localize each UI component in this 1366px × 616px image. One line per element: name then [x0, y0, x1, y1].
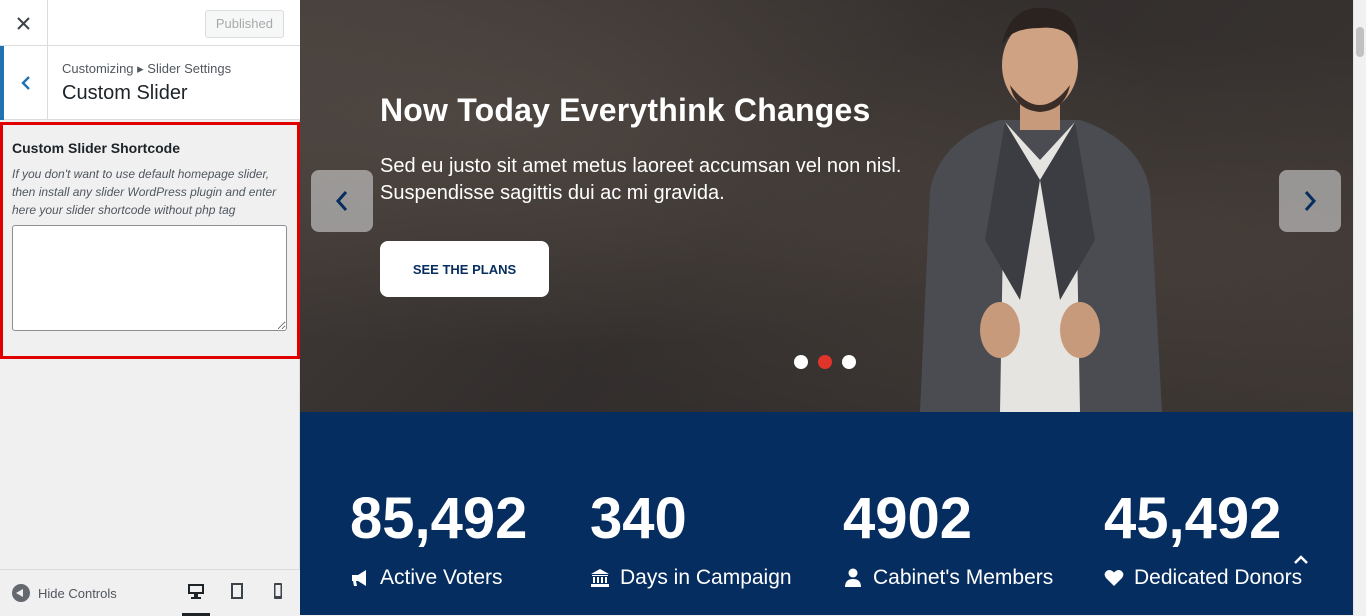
hide-controls-label: Hide Controls	[38, 585, 117, 601]
stat-label: Active Voters	[350, 566, 527, 590]
desktop-icon	[188, 584, 204, 599]
chevron-left-icon	[335, 191, 348, 211]
mobile-icon	[274, 583, 282, 599]
chevron-left-icon	[20, 76, 30, 90]
site-preview: Now Today Everythink Changes Sed eu just…	[300, 0, 1353, 615]
stat-label: Dedicated Donors	[1104, 566, 1302, 590]
slider-dot-2[interactable]	[818, 355, 832, 369]
section-title: Custom Slider	[62, 82, 188, 104]
see-the-plans-button[interactable]: SEE THE PLANS	[380, 241, 549, 297]
chevron-right-icon	[1304, 191, 1317, 211]
stat-label-text: Days in Campaign	[620, 566, 792, 589]
customizer-panel: Published Customizing ▸ Slider Settings …	[0, 0, 300, 616]
control-description: If you don't want to use default homepag…	[12, 167, 277, 217]
stat-label-text: Active Voters	[380, 566, 503, 589]
preview-tablet-button[interactable]	[223, 582, 251, 616]
tablet-icon	[231, 583, 243, 599]
customizer-header: Published	[0, 0, 300, 46]
stats-section: 85,492 Active Voters 340 Days in Campaig…	[300, 412, 1353, 615]
slider-prev-button[interactable]	[311, 170, 373, 232]
slider-dot-3[interactable]	[842, 355, 856, 369]
slider-pagination	[794, 355, 856, 369]
preview-desktop-button[interactable]	[182, 582, 210, 616]
shortcode-textarea[interactable]	[12, 225, 287, 331]
chevron-up-icon	[1294, 555, 1308, 564]
stat-label: Days in Campaign	[590, 566, 792, 590]
slider-dot-1[interactable]	[794, 355, 808, 369]
breadcrumb: Customizing ▸ Slider Settings	[62, 61, 232, 76]
custom-slider-shortcode-control: Custom Slider Shortcode If you don't wan…	[0, 122, 300, 359]
slide-subtitle: Sed eu justo sit amet metus laoreet accu…	[380, 155, 902, 204]
stat-number: 85,492	[350, 486, 528, 551]
stat-number: 340	[590, 486, 687, 551]
hero-slider: Now Today Everythink Changes Sed eu just…	[300, 0, 1353, 412]
control-label: Custom Slider Shortcode	[12, 140, 181, 156]
close-customizer-button[interactable]	[0, 0, 48, 46]
stat-days-in-campaign: 340 Days in Campaign	[590, 484, 792, 590]
scrollbar-thumb[interactable]	[1356, 27, 1364, 57]
preview-scrollbar[interactable]	[1353, 0, 1366, 615]
published-button[interactable]: Published	[204, 10, 284, 38]
stat-label: Cabinet's Members	[843, 566, 1053, 590]
stat-label-text: Cabinet's Members	[873, 566, 1054, 589]
stat-active-voters: 85,492 Active Voters	[350, 484, 527, 590]
back-to-top-button[interactable]	[1290, 552, 1312, 568]
back-button[interactable]	[0, 46, 48, 120]
collapse-icon	[12, 584, 30, 602]
close-icon	[17, 16, 30, 30]
section-header: Customizing ▸ Slider Settings Custom Sli…	[0, 46, 300, 120]
slide-title: Now Today Everythink Changes	[380, 92, 871, 128]
bank-icon	[591, 569, 609, 587]
slider-next-button[interactable]	[1279, 170, 1341, 232]
megaphone-icon	[352, 570, 366, 586]
heart-icon	[1104, 570, 1124, 586]
customizer-footer: Hide Controls	[0, 569, 300, 616]
stat-dedicated-donors: 45,492 Dedicated Donors	[1104, 484, 1302, 590]
hide-controls-button[interactable]: Hide Controls	[12, 584, 117, 602]
stat-cabinets-members: 4902 Cabinet's Members	[843, 484, 1053, 590]
stat-label-text: Dedicated Donors	[1134, 566, 1303, 589]
stat-number: 45,492	[1104, 486, 1282, 551]
preview-mobile-button[interactable]	[264, 582, 292, 616]
user-icon	[845, 568, 861, 587]
stat-number: 4902	[843, 486, 973, 551]
